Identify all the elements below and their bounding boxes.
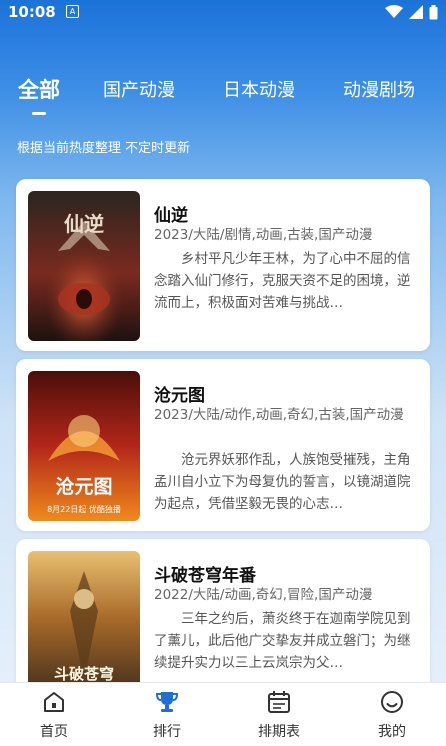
nav-home-label: 首页 (40, 724, 68, 740)
nav-schedule[interactable]: 排期表 (239, 689, 319, 741)
wifi-icon (385, 5, 403, 18)
poster-image: 斗破苍穹 (28, 551, 140, 701)
category-tabs: 全部 国产动漫 日本动漫 动漫剧场 (0, 70, 446, 120)
poster-title-text: 仙逆 (64, 212, 104, 236)
ranking-note: 根据当前热度整理 不定时更新 (17, 141, 191, 156)
anime-meta: 2023/大陆/动作,动画,奇幻,古装,国产动漫 (154, 407, 404, 423)
tab-all[interactable]: 全部 (18, 74, 60, 104)
poster-title-text: 沧元图 (55, 475, 112, 498)
tab-japanese-anime[interactable]: 日本动漫 (223, 76, 295, 102)
anime-title: 沧元图 (154, 386, 205, 406)
calendar-icon (268, 691, 290, 713)
nav-ranking[interactable]: 排行 (127, 689, 207, 741)
tab-domestic-anime[interactable]: 国产动漫 (103, 76, 175, 102)
battery-icon (429, 4, 438, 19)
nav-profile[interactable]: 我的 (352, 689, 432, 741)
bottom-nav: 首页 排行 排期表 我的 (0, 682, 446, 746)
active-tab-indicator (32, 112, 46, 115)
nav-schedule-label: 排期表 (258, 724, 300, 740)
notification-icon: A (66, 5, 79, 18)
tab-anime-theater[interactable]: 动漫剧场 (343, 76, 415, 102)
anime-description: 乡村平凡少年王林，为了心中不屈的信念踏入仙门修行，克服天资不足的困境，逆流而上，… (154, 251, 411, 311)
anime-card[interactable]: 仙逆 仙逆 2023/大陆/剧情,动画,古装,国产动漫 乡村平凡少年王林，为了心… (16, 179, 430, 351)
anime-card[interactable]: 沧元图 8月22日起 优酷独播 沧元图 2023/大陆/动作,动画,奇幻,古装,… (16, 359, 430, 531)
poster-caption: 8月22日起 优酷独播 (47, 504, 121, 514)
anime-meta: 2023/大陆/剧情,动画,古装,国产动漫 (154, 227, 373, 243)
smiley-icon (381, 691, 403, 713)
poster-title-text: 斗破苍穹 (54, 665, 114, 683)
status-time: 10:08 (8, 3, 56, 21)
anime-title: 仙逆 (154, 206, 188, 226)
home-icon (44, 692, 64, 712)
status-bar: 10:08 A (0, 0, 446, 24)
trophy-icon (155, 692, 179, 712)
cellular-signal-icon (409, 5, 423, 19)
anime-description: 三年之约后，萧炎终于在迦南学院见到了薰儿，此后他广交挚友并成立磐门；为继续提升实… (154, 611, 411, 671)
nav-profile-label: 我的 (378, 724, 406, 740)
nav-ranking-label: 排行 (153, 724, 181, 740)
poster-image: 仙逆 (28, 191, 140, 341)
anime-title: 斗破苍穹年番 (154, 566, 256, 586)
anime-description: 沧元界妖邪作乱，人族饱受摧残，主角孟川自小立下为母复仇的誓言，以镜湖道院为起点，… (154, 452, 411, 512)
nav-home[interactable]: 首页 (14, 689, 94, 741)
poster-image: 沧元图 8月22日起 优酷独播 (28, 371, 140, 521)
status-icons (385, 3, 438, 21)
anime-meta: 2022/大陆/动画,奇幻,冒险,国产动漫 (154, 587, 373, 603)
